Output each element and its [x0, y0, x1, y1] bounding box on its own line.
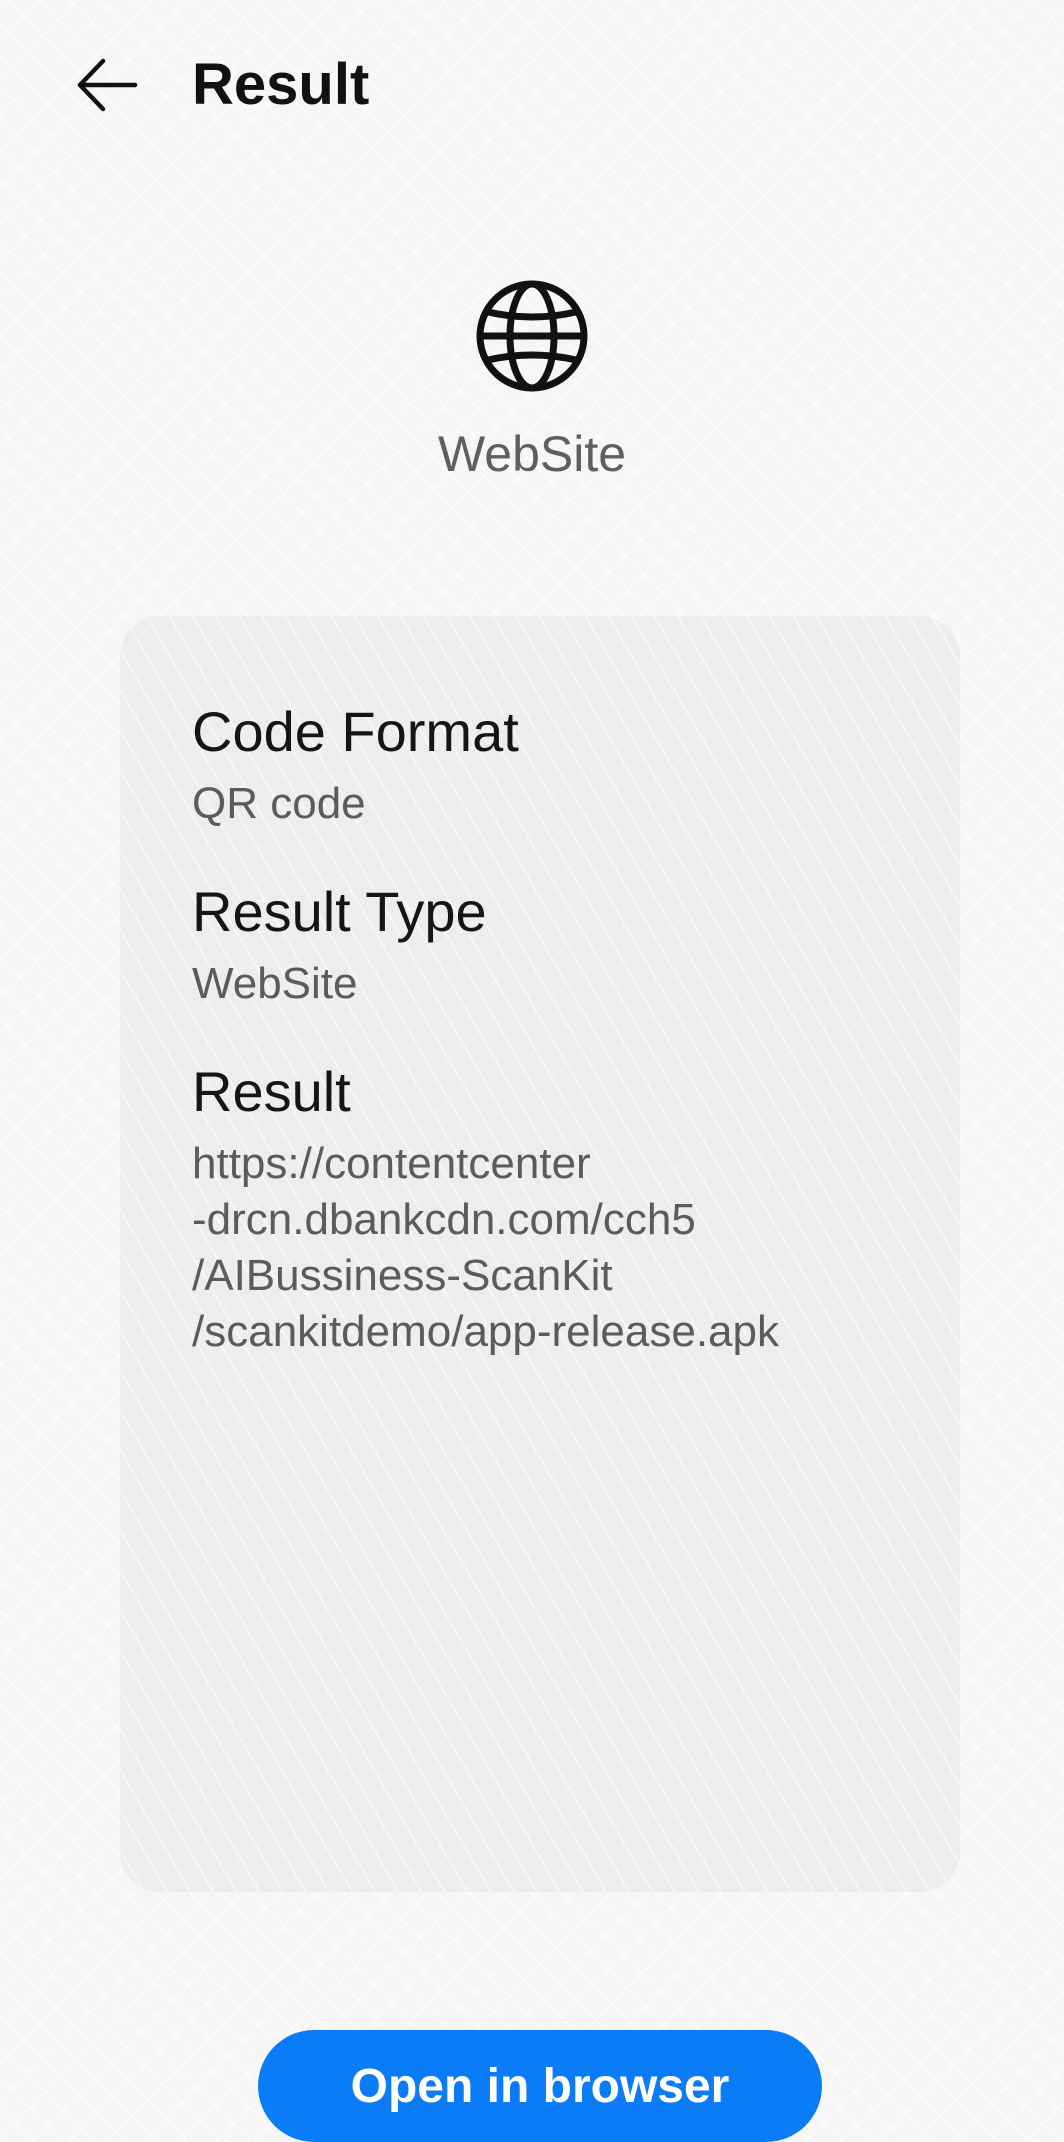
result-type-hero: WebSite: [0, 278, 1064, 484]
result-type-field-value: WebSite: [192, 959, 358, 1008]
code-format-value: QR code: [192, 779, 366, 828]
result-url-value: https://contentcenter -drcn.dbankcdn.com…: [192, 1139, 779, 1356]
result-field-label: Result: [192, 1060, 351, 1123]
result-type-label: WebSite: [437, 426, 627, 482]
page-title: Result: [192, 52, 370, 117]
result-field: Result https://contentcenter -drcn.dbank…: [192, 1058, 888, 1360]
code-format-field: Code Format QR code: [192, 698, 888, 832]
back-button[interactable]: [70, 48, 144, 122]
open-in-browser-button[interactable]: Open in browser: [258, 2030, 822, 2142]
code-format-label: Code Format: [192, 700, 519, 763]
arrow-left-icon: [77, 58, 138, 112]
result-type-field-label: Result Type: [192, 880, 487, 943]
globe-icon: [476, 280, 588, 392]
result-details-card: Code Format QR code Result Type WebSite …: [120, 616, 960, 1892]
result-type-field: Result Type WebSite: [192, 878, 888, 1012]
app-header: Result: [0, 0, 1064, 170]
